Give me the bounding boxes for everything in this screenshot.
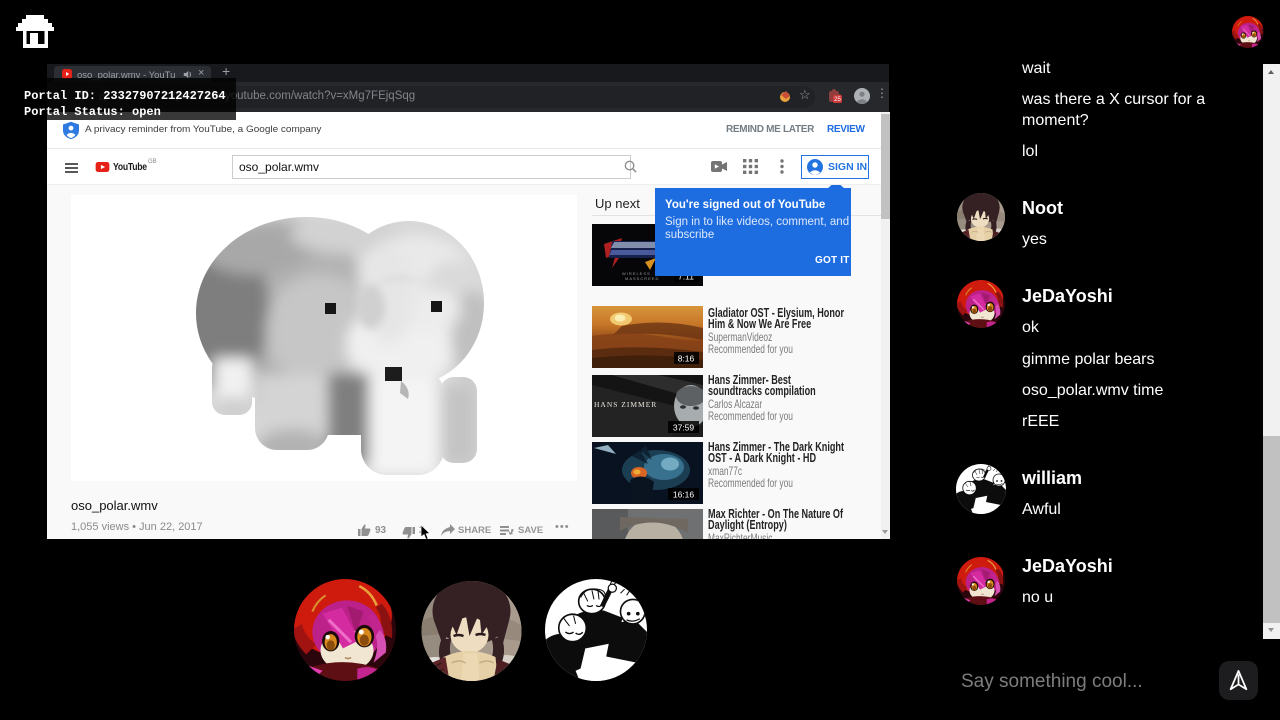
svg-text:HANS ZIMMER: HANS ZIMMER xyxy=(594,400,657,409)
svg-text:37:59: 37:59 xyxy=(673,423,695,433)
svg-text:16:16: 16:16 xyxy=(673,490,695,500)
svg-text:25: 25 xyxy=(834,97,841,103)
svg-text:8:16: 8:16 xyxy=(678,354,695,364)
